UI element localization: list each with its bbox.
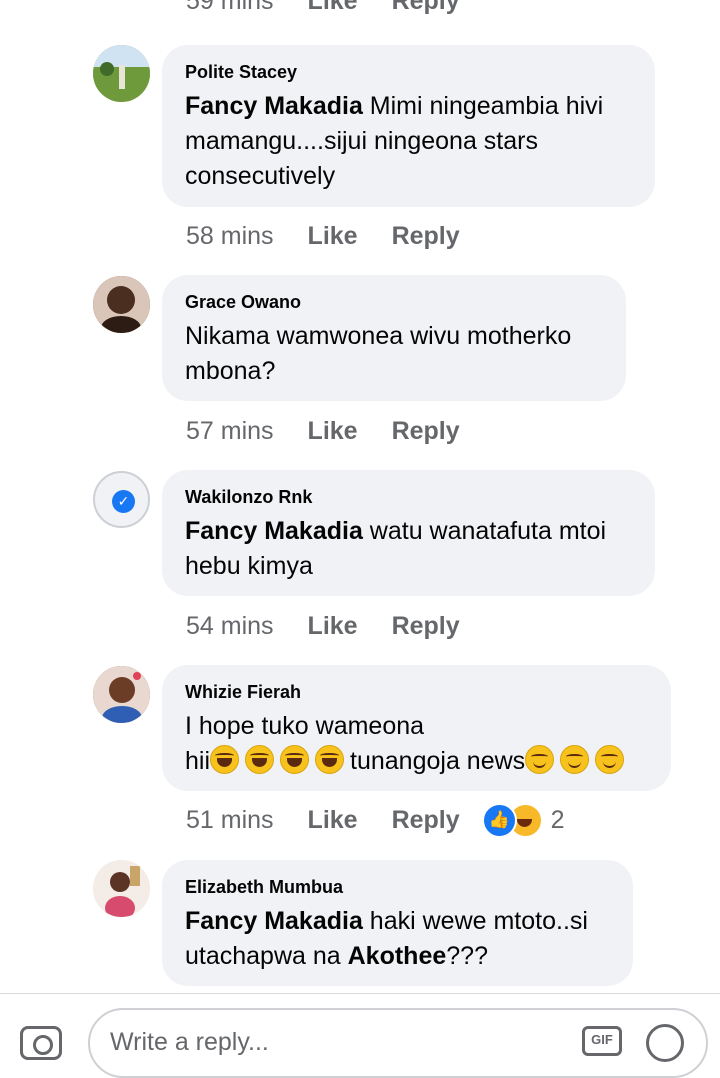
gif-button[interactable]: GIF (582, 1026, 622, 1056)
comment-time: 54 mins (186, 611, 274, 640)
checkmark-icon: ✓ (112, 490, 135, 513)
avatar[interactable] (93, 276, 150, 333)
avatar-image (93, 860, 150, 917)
tears-of-joy-icon (315, 745, 345, 774)
comment-bubble[interactable]: Elizabeth Mumbua Fancy Makadia haki wewe… (162, 860, 633, 986)
tears-of-joy-icon (245, 745, 275, 774)
tears-of-joy-icon (280, 745, 310, 774)
like-link[interactable]: Like (308, 417, 358, 446)
avatar[interactable]: ✓ (93, 471, 150, 528)
comment-text: Fancy Makadia watu wanatafuta mtoi hebu … (185, 514, 633, 584)
like-link[interactable]: Like (308, 806, 358, 835)
comment-time: 59 mins (186, 0, 274, 15)
comment-text: Fancy Makadia haki wewe mtoto..si utacha… (185, 904, 611, 974)
comment-meta-row: 54 mins Like Reply (186, 609, 494, 643)
avatar-image (93, 276, 150, 333)
mention-link[interactable]: Fancy Makadia (185, 92, 363, 120)
like-link[interactable]: Like (308, 222, 358, 251)
comment-meta-row: 57 mins Like Reply (186, 414, 494, 448)
like-link[interactable]: Like (308, 612, 358, 641)
reply-link[interactable]: Reply (392, 222, 460, 251)
mention-link[interactable]: Fancy Makadia (185, 517, 363, 545)
comment-body: Nikama wamwonea wivu motherko mbona? (185, 322, 572, 385)
reply-link[interactable]: Reply (392, 417, 460, 446)
smiling-face-icon (560, 745, 590, 774)
comment-bubble[interactable]: Polite Stacey Fancy Makadia Mimi ningeam… (162, 45, 655, 207)
comment-time: 57 mins (186, 416, 274, 445)
comment-body: tunangoja news (350, 747, 526, 775)
avatar-image (93, 666, 150, 723)
comment-bubble[interactable]: Grace Owano Nikama wamwonea wivu motherk… (162, 275, 626, 401)
reply-link[interactable]: Reply (392, 0, 460, 16)
comment-time: 51 mins (186, 805, 274, 834)
avatar[interactable] (93, 45, 150, 102)
comment-body-line: I hope tuko wameona (185, 712, 425, 740)
reactions-summary[interactable]: 👍 2 (481, 802, 565, 838)
reply-link[interactable]: Reply (392, 612, 460, 641)
smiling-face-icon (525, 745, 555, 774)
comment-time: 58 mins (186, 221, 274, 250)
comment-author[interactable]: Grace Owano (185, 291, 604, 313)
camera-icon[interactable] (20, 1026, 62, 1060)
smiling-face-icon (595, 745, 625, 774)
emoji-icon[interactable] (646, 1024, 684, 1062)
comment-text: I hope tuko wameona hii tunangoja news (185, 709, 649, 779)
comment-meta-row: 59 mins Like Reply (186, 0, 460, 16)
avatar-image (93, 45, 150, 102)
comment-author[interactable]: Polite Stacey (185, 61, 633, 83)
mention-link[interactable]: Fancy Makadia (185, 907, 363, 935)
tears-of-joy-icon (210, 745, 240, 774)
avatar[interactable] (93, 860, 150, 917)
like-icon: 👍 (481, 802, 517, 838)
comment-author[interactable]: Whizie Fierah (185, 681, 649, 703)
avatar[interactable] (93, 666, 150, 723)
comment-body-line: hii tunangoja news (185, 744, 649, 779)
comment-body: hii (185, 747, 211, 775)
reply-composer: Write a reply... GIF (0, 994, 720, 1078)
comment-author[interactable]: Elizabeth Mumbua (185, 876, 611, 898)
comment-bubble[interactable]: Whizie Fierah I hope tuko wameona hii tun… (162, 665, 671, 791)
comment-body: ??? (446, 942, 488, 970)
comment-meta-row: 58 mins Like Reply (186, 219, 494, 253)
mention-link[interactable]: Akothee (348, 942, 447, 970)
like-link[interactable]: Like (308, 0, 358, 16)
comment-bubble[interactable]: Wakilonzo Rnk Fancy Makadia watu wanataf… (162, 470, 655, 596)
comment-meta-row: 51 mins Like Reply 👍 2 (186, 802, 565, 838)
comment-text: Fancy Makadia Mimi ningeambia hivi maman… (185, 89, 633, 194)
reply-link[interactable]: Reply (392, 806, 460, 835)
comment-author[interactable]: Wakilonzo Rnk (185, 486, 633, 508)
reaction-count: 2 (550, 805, 565, 834)
